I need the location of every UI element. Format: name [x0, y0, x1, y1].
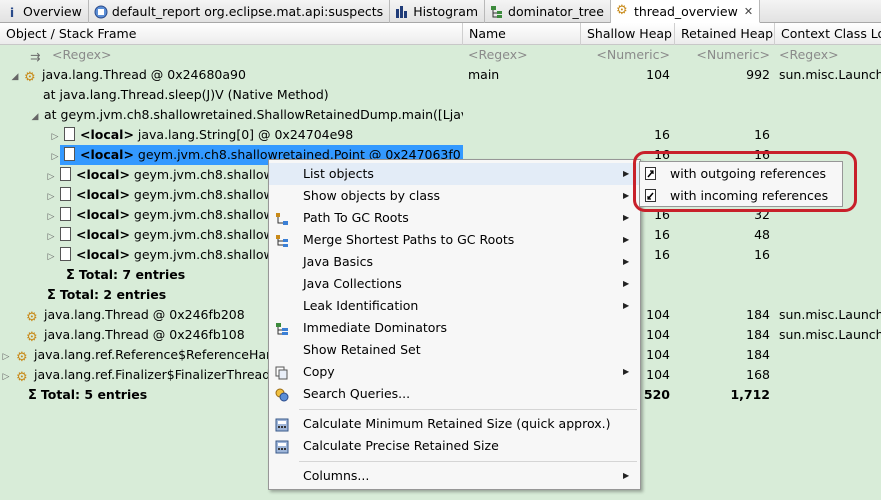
column-header-shallow-heap[interactable]: Shallow Heap: [581, 23, 675, 45]
sigma-icon: Σ: [28, 388, 37, 403]
object-icon: [59, 187, 71, 201]
sigma-icon: Σ: [47, 288, 56, 303]
thread-icon: ⚙: [26, 330, 38, 345]
expand-triangle-icon[interactable]: ▷: [46, 227, 56, 245]
tab-default-report[interactable]: default_report org.eclipse.mat.api:suspe…: [89, 0, 391, 23]
collapse-triangle-icon[interactable]: ◢: [30, 107, 40, 125]
object-filter-input[interactable]: <Regex>: [52, 47, 112, 62]
object-icon: [59, 247, 71, 261]
histogram-icon: [395, 5, 409, 19]
list-objects-submenu: with outgoing references with incoming r…: [639, 161, 843, 207]
column-header-retained-heap[interactable]: Retained Heap: [675, 23, 775, 45]
expand-triangle-icon[interactable]: ▷: [0, 347, 12, 365]
shallow-filter-input[interactable]: <Numeric>: [581, 45, 675, 65]
tab-label: Overview: [23, 4, 82, 19]
table-header: Object / Stack Frame Name Shallow Heap R…: [0, 23, 881, 45]
tab-label: dominator_tree: [508, 4, 604, 19]
column-header-context-class-loader[interactable]: Context Class Lo: [775, 23, 881, 45]
menu-separator: [299, 409, 637, 410]
submenu-arrow-icon: ▶: [623, 213, 630, 222]
thread-icon: ⚙: [23, 70, 36, 85]
dominator-icon: [275, 321, 289, 335]
menu-item-show-retained-set[interactable]: Show Retained Set: [269, 339, 640, 361]
tab-label: Histogram: [413, 4, 479, 19]
tab-histogram[interactable]: Histogram: [390, 0, 486, 23]
submenu-arrow-icon: ▶: [623, 301, 630, 310]
submenu-arrow-icon: ▶: [623, 367, 630, 376]
menu-item-with-outgoing-references[interactable]: with outgoing references: [640, 163, 842, 185]
object-icon: [59, 227, 71, 241]
sigma-icon: Σ: [66, 268, 75, 283]
menu-item-list-objects[interactable]: List objects ▶: [269, 163, 640, 185]
menu-item-with-incoming-references[interactable]: with incoming references: [640, 185, 842, 207]
incoming-icon: [645, 189, 656, 202]
thread-icon: ⚙: [15, 350, 28, 365]
table-row[interactable]: ◢ at geym.jvm.ch8.shallowretained.Shallo…: [0, 105, 881, 125]
context-menu: List objects ▶ Show objects by class ▶ P…: [268, 159, 641, 490]
collapse-triangle-icon[interactable]: ◢: [10, 67, 20, 85]
filter-icon: ⇉: [29, 49, 41, 64]
submenu-arrow-icon: ▶: [623, 279, 630, 288]
menu-item-path-to-gc-roots[interactable]: Path To GC Roots ▶: [269, 207, 640, 229]
table-row[interactable]: at java.lang.Thread.sleep(J)V (Native Me…: [0, 85, 881, 105]
table-row[interactable]: ◢ ⚙ java.lang.Thread @ 0x24680a90 main 10…: [0, 65, 881, 85]
close-tab-icon[interactable]: ✕: [744, 5, 753, 18]
submenu-arrow-icon: ▶: [623, 169, 630, 178]
calculator-icon: [275, 417, 289, 432]
expand-triangle-icon[interactable]: ▷: [46, 247, 56, 265]
expand-triangle-icon[interactable]: ▷: [46, 187, 56, 205]
retained-filter-input[interactable]: <Numeric>: [675, 45, 775, 65]
column-header-name[interactable]: Name: [463, 23, 581, 45]
expand-triangle-icon[interactable]: ▷: [46, 167, 56, 185]
copy-icon: [275, 365, 289, 380]
submenu-arrow-icon: ▶: [623, 257, 630, 266]
merge-icon: [275, 233, 289, 247]
table-row[interactable]: ▷ <local> java.lang.String[0] @ 0x24704e…: [0, 125, 881, 145]
filter-row: ⇉ <Regex> <Regex> <Numeric> <Numeric> <R…: [0, 45, 881, 65]
name-filter-input[interactable]: <Regex>: [463, 45, 581, 65]
tab-dominator-tree[interactable]: dominator_tree: [485, 0, 611, 23]
column-header-object[interactable]: Object / Stack Frame: [0, 23, 463, 45]
object-icon: [59, 167, 71, 181]
object-icon: [59, 207, 71, 221]
thread-icon: ⚙: [615, 3, 628, 18]
tab-label: default_report org.eclipse.mat.api:suspe…: [111, 4, 384, 19]
submenu-arrow-icon: ▶: [623, 191, 630, 200]
calculator-icon: [275, 439, 289, 454]
array-icon: [63, 127, 75, 141]
menu-item-copy[interactable]: Copy ▶: [269, 361, 640, 383]
expand-triangle-icon[interactable]: ▷: [0, 367, 12, 385]
menu-item-merge-shortest-paths[interactable]: Merge Shortest Paths to GC Roots ▶: [269, 229, 640, 251]
menu-item-search-queries[interactable]: Search Queries...: [269, 383, 640, 405]
menu-item-java-basics[interactable]: Java Basics ▶: [269, 251, 640, 273]
menu-item-java-collections[interactable]: Java Collections ▶: [269, 273, 640, 295]
editor-tab-bar: i Overview default_report org.eclipse.ma…: [0, 0, 881, 23]
menu-item-calc-precise-retained[interactable]: Calculate Precise Retained Size: [269, 435, 640, 457]
menu-item-show-objects-by-class[interactable]: Show objects by class ▶: [269, 185, 640, 207]
submenu-arrow-icon: ▶: [623, 471, 630, 480]
object-icon: [63, 147, 75, 161]
menu-item-immediate-dominators[interactable]: Immediate Dominators: [269, 317, 640, 339]
menu-item-columns[interactable]: Columns... ▶: [269, 465, 640, 487]
tree-icon: [490, 5, 504, 19]
menu-item-leak-identification[interactable]: Leak Identification ▶: [269, 295, 640, 317]
report-icon: [94, 5, 108, 19]
context-filter-input[interactable]: <Regex>: [775, 45, 881, 65]
outgoing-icon: [645, 167, 656, 180]
menu-separator: [299, 461, 637, 462]
menu-item-calc-min-retained[interactable]: Calculate Minimum Retained Size (quick a…: [269, 413, 640, 435]
tab-thread-overview[interactable]: ⚙ thread_overview ✕: [610, 0, 761, 23]
thread-icon: ⚙: [15, 370, 28, 385]
expand-triangle-icon[interactable]: ▷: [50, 127, 60, 145]
thread-icon: ⚙: [26, 310, 38, 325]
search-icon: [275, 387, 289, 402]
info-icon: i: [9, 4, 15, 20]
submenu-arrow-icon: ▶: [623, 235, 630, 244]
tab-overview[interactable]: i Overview: [0, 0, 89, 23]
expand-triangle-icon[interactable]: ▷: [50, 147, 60, 165]
expand-triangle-icon[interactable]: ▷: [46, 207, 56, 225]
tab-label: thread_overview: [633, 3, 738, 19]
path-icon: [275, 211, 289, 225]
